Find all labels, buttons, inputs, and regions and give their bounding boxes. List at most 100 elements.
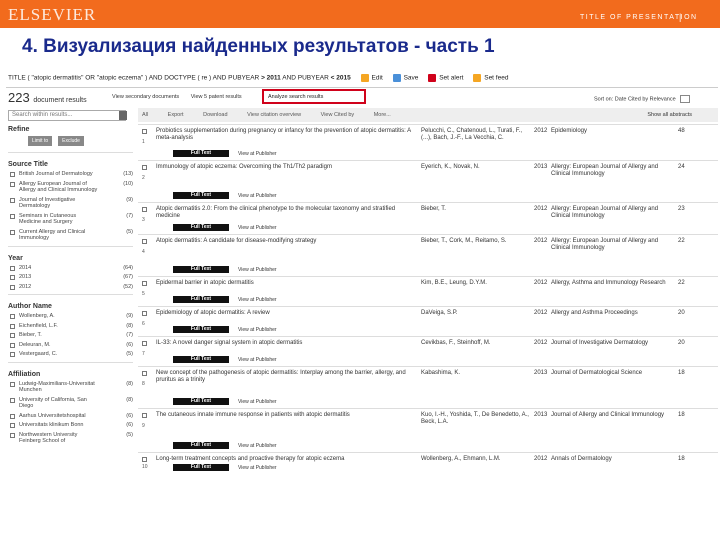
year-item[interactable]: 2013 (67) (8, 274, 133, 281)
select-all-checkbox[interactable]: All (142, 112, 148, 118)
result-cited-by[interactable]: 24 (678, 164, 685, 170)
result-source-link[interactable]: Allergy: European Journal of Allergy and… (551, 238, 671, 251)
full-text-button[interactable]: Full Text (173, 464, 229, 471)
result-title-link[interactable]: Atopic dermatitis 2.0: From the clinical… (156, 206, 416, 219)
result-checkbox[interactable] (142, 281, 147, 286)
result-source-link[interactable]: Epidemiology (551, 128, 671, 135)
result-checkbox[interactable] (142, 165, 147, 170)
checkbox[interactable] (10, 181, 15, 187)
source-title-item[interactable]: Seminars in Cutaneous Medicine and Surge… (8, 213, 133, 226)
author-item[interactable]: Deleuran, M. (6) (8, 342, 133, 349)
result-cited-by[interactable]: 48 (678, 128, 685, 134)
checkbox[interactable] (10, 323, 15, 329)
source-title-item[interactable]: Current Allergy and Clinical Immunology(… (8, 229, 133, 242)
checkbox[interactable] (10, 314, 15, 319)
exclude-button[interactable]: Exclude (58, 136, 84, 146)
result-title-link[interactable]: Epidermal barrier in atopic dermatitis (156, 280, 416, 287)
result-source-link[interactable]: Allergy, Asthma and Immunology Research (551, 280, 671, 287)
affiliation-item[interactable]: Universitats klinikum Bonn (6) (8, 422, 133, 429)
full-text-button[interactable]: Full Text (173, 224, 229, 231)
sort-relevance-link[interactable]: Relevance (650, 96, 676, 102)
export-button[interactable]: Export (168, 112, 184, 118)
result-checkbox[interactable] (142, 129, 147, 134)
affiliation-item[interactable]: Northwestern University Feinberg School … (8, 432, 133, 445)
limit-to-button[interactable]: Limit to (28, 136, 53, 146)
source-title-item[interactable]: Journal of Investigative Dermatology (9) (8, 197, 133, 210)
full-text-button[interactable]: Full Text (173, 150, 229, 157)
edit-link[interactable]: Edit (372, 75, 383, 82)
year-item[interactable]: 2014 (64) (8, 265, 133, 272)
result-checkbox[interactable] (142, 371, 147, 376)
result-checkbox[interactable] (142, 413, 147, 418)
checkbox[interactable] (10, 229, 15, 235)
set-feed-link[interactable]: Set feed (484, 75, 508, 82)
checkbox[interactable] (10, 213, 15, 219)
affiliation-item[interactable]: Ludwig-Maximilians-Universitat Munchen (8… (8, 381, 133, 394)
full-text-button[interactable]: Full Text (173, 442, 229, 449)
result-title-link[interactable]: Atopic dermatitis: A candidate for disea… (156, 238, 416, 245)
full-text-button[interactable]: Full Text (173, 266, 229, 273)
full-text-button[interactable]: Full Text (173, 356, 229, 363)
affiliation-item[interactable]: Aarhus Universitetshospital (6) (8, 413, 133, 420)
checkbox[interactable] (10, 333, 15, 338)
result-source-link[interactable]: Journal of Investigative Dermatology (551, 340, 671, 347)
view-at-publisher-link[interactable]: View at Publisher (238, 399, 277, 405)
search-within-input[interactable]: Search within results... (8, 110, 126, 121)
author-item[interactable]: Eichenfield, L.F. (8) (8, 323, 133, 330)
checkbox[interactable] (10, 172, 15, 177)
affiliation-item[interactable]: University of California, San Diego (8) (8, 397, 133, 410)
checkbox[interactable] (10, 352, 15, 357)
set-alert-link[interactable]: Set alert (439, 75, 463, 82)
view-at-publisher-link[interactable]: View at Publisher (238, 225, 277, 231)
result-title-link[interactable]: Probiotics supplementation during pregna… (156, 128, 416, 141)
full-text-button[interactable]: Full Text (173, 398, 229, 405)
result-cited-by[interactable]: 23 (678, 206, 685, 212)
checkbox[interactable] (10, 432, 15, 438)
checkbox[interactable] (10, 423, 15, 428)
checkbox[interactable] (10, 413, 15, 419)
result-source-link[interactable]: Journal of Dermatological Science (551, 370, 671, 377)
sort-cited-link[interactable]: Cited by (628, 96, 648, 102)
checkbox[interactable] (10, 265, 15, 271)
view-secondary-link[interactable]: View secondary documents (112, 94, 179, 100)
view-at-publisher-link[interactable]: View at Publisher (238, 357, 277, 363)
result-cited-by[interactable]: 18 (678, 456, 685, 462)
view-at-publisher-link[interactable]: View at Publisher (238, 267, 277, 273)
view-at-publisher-link[interactable]: View at Publisher (238, 297, 277, 303)
result-title-link[interactable]: Long-term treatment concepts and proacti… (156, 456, 416, 463)
result-checkbox[interactable] (142, 207, 147, 212)
result-cited-by[interactable]: 18 (678, 370, 685, 376)
result-source-link[interactable]: Allergy: European Journal of Allergy and… (551, 206, 671, 219)
sort-direction-icon[interactable] (680, 95, 691, 103)
sort-date-link[interactable]: Date (615, 96, 627, 102)
checkbox[interactable] (10, 197, 15, 203)
result-cited-by[interactable]: 22 (678, 238, 685, 244)
result-checkbox[interactable] (142, 239, 147, 244)
result-source-link[interactable]: Allergy and Asthma Proceedings (551, 310, 671, 317)
result-source-link[interactable]: Annals of Dermatology (551, 456, 671, 463)
more-button[interactable]: More... (374, 112, 391, 118)
full-text-button[interactable]: Full Text (173, 326, 229, 333)
view-citation-overview-button[interactable]: View citation overview (247, 112, 301, 118)
year-item[interactable]: 2012 (52) (8, 284, 133, 291)
view-at-publisher-link[interactable]: View at Publisher (238, 443, 277, 449)
save-link[interactable]: Save (404, 75, 419, 82)
result-title-link[interactable]: Immunology of atopic eczema: Overcoming … (156, 164, 416, 171)
result-cited-by[interactable]: 20 (678, 340, 685, 346)
checkbox[interactable] (10, 284, 15, 290)
result-cited-by[interactable]: 22 (678, 280, 685, 286)
view-patent-link[interactable]: View 5 patent results (191, 94, 242, 100)
full-text-button[interactable]: Full Text (173, 296, 229, 303)
result-title-link[interactable]: Epidemiology of atopic dermatitis: A rev… (156, 310, 416, 317)
result-title-link[interactable]: New concept of the pathogenesis of atopi… (156, 370, 416, 383)
result-checkbox[interactable] (142, 341, 147, 346)
checkbox[interactable] (10, 275, 15, 280)
checkbox[interactable] (10, 381, 15, 387)
result-title-link[interactable]: IL-33: A novel danger signal system in a… (156, 340, 416, 347)
full-text-button[interactable]: Full Text (173, 192, 229, 199)
source-title-item[interactable]: Allergy European Journal of Allergy and … (8, 181, 133, 194)
source-title-item[interactable]: British Journal of Dermatology (13) (8, 171, 133, 178)
result-cited-by[interactable]: 20 (678, 310, 685, 316)
view-at-publisher-link[interactable]: View at Publisher (238, 327, 277, 333)
view-at-publisher-link[interactable]: View at Publisher (238, 193, 277, 199)
